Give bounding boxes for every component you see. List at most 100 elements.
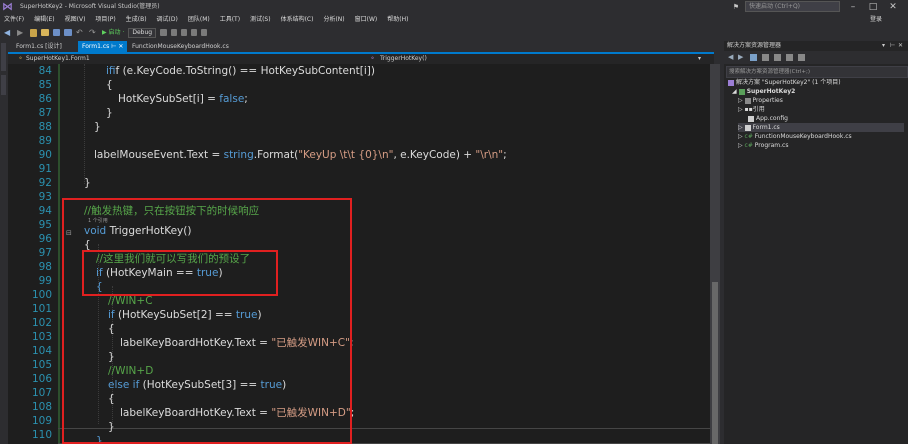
toolbar-nav-icon[interactable] <box>201 29 208 36</box>
server-explorer-tab[interactable] <box>1 43 6 71</box>
code-line-86: HotKeySubSet[i] = false; <box>118 92 248 106</box>
line-number: 109 <box>31 415 52 427</box>
undo-icon[interactable]: ↶ <box>76 28 85 37</box>
save-icon[interactable] <box>53 29 60 36</box>
solution-search-input[interactable]: 搜索解决方案资源管理器(Ctrl+;) <box>726 66 908 78</box>
code-token: if <box>106 65 116 77</box>
menu-window[interactable]: 窗口(W) <box>350 14 383 26</box>
line-number: 91 <box>38 163 52 175</box>
code-token: labelMouseEvent.Text = <box>94 149 224 161</box>
menu-build[interactable]: 生成(B) <box>121 14 152 26</box>
menu-help[interactable]: 帮助(H) <box>382 14 413 26</box>
code-token: , e.KeyCode) + <box>393 149 476 161</box>
tab-close-icon[interactable]: ✕ <box>118 43 123 50</box>
code-line-93: } <box>84 177 91 189</box>
panel-dropdown-icon[interactable]: ▾ <box>882 42 885 49</box>
menu-team[interactable]: 团队(M) <box>183 14 215 26</box>
menu-project[interactable]: 项目(P) <box>90 14 120 26</box>
close-button[interactable]: ✕ <box>886 2 900 12</box>
references-icon: ▪▪ <box>744 106 753 113</box>
save-all-icon[interactable] <box>64 29 72 36</box>
sol-sync-icon[interactable] <box>762 54 769 61</box>
member-dropdown-arrow-icon[interactable]: ▾ <box>698 54 701 64</box>
sol-back-icon[interactable]: ◀ <box>728 53 733 61</box>
solution-explorer-title: 解决方案资源管理器 <box>727 42 782 49</box>
menu-debug[interactable]: 调试(D) <box>152 14 183 26</box>
window-title: SuperHotKey2 - Microsoft Visual Studio(管… <box>20 3 160 10</box>
tree-item-hook[interactable]: ▷ c# FunctionMouseKeyboardHook.cs <box>738 132 852 141</box>
tree-solution-root[interactable]: 解决方案 "SuperHotKey2" (1 个项目) <box>728 78 841 87</box>
new-project-icon[interactable] <box>30 28 37 37</box>
line-number: 100 <box>31 289 52 301</box>
tree-project[interactable]: ◢ SuperHotKey2 <box>732 87 795 96</box>
configuration-select[interactable]: Debug <box>128 27 157 38</box>
code-token: false <box>219 93 245 105</box>
minimize-button[interactable]: – <box>846 2 860 12</box>
toolbar-tool-icon[interactable] <box>160 29 168 36</box>
member-dropdown[interactable]: TriggerHotKey() <box>380 54 427 64</box>
tab-function-hook[interactable]: FunctionMouseKeyboardHook.cs <box>128 41 233 52</box>
expand-icon[interactable]: ▷ <box>738 106 743 113</box>
expand-icon[interactable]: ▷ <box>738 133 743 140</box>
tree-item-form1[interactable]: ▷ Form1.cs <box>738 123 904 132</box>
pin-icon[interactable]: ⊢ <box>111 43 116 50</box>
tree-item-references[interactable]: ▷ ▪▪引用 <box>738 105 765 114</box>
tree-item-label: FunctionMouseKeyboardHook.cs <box>754 133 852 140</box>
expand-icon[interactable]: ▷ <box>738 97 743 104</box>
open-file-icon[interactable] <box>41 29 49 36</box>
maximize-button[interactable]: □ <box>866 2 880 12</box>
expand-icon[interactable]: ▷ <box>738 142 743 149</box>
quick-launch-input[interactable]: 快速启动 (Ctrl+Q) <box>745 1 840 12</box>
toolbar-comment-icon[interactable] <box>181 29 188 36</box>
line-number: 98 <box>38 261 52 273</box>
menu-edit[interactable]: 编辑(E) <box>29 14 59 26</box>
line-number: 108 <box>31 401 52 413</box>
menu-tools[interactable]: 工具(T) <box>215 14 245 26</box>
toolbar-uncomment-icon[interactable] <box>191 29 198 36</box>
code-token: .Format( <box>253 149 299 161</box>
line-number: 96 <box>38 233 52 245</box>
expand-icon[interactable]: ▷ <box>738 124 743 131</box>
code-line-84: ifif (e.KeyCode.ToString() == HotKeySubC… <box>106 64 375 78</box>
notification-flag-icon[interactable]: ⚑ <box>733 3 739 11</box>
sol-home-icon[interactable] <box>750 54 757 61</box>
tree-item-program[interactable]: ▷ c# Program.cs <box>738 141 788 150</box>
sol-properties-icon[interactable] <box>798 54 805 61</box>
navigation-bar: ⚬ SuperHotKey1.Form1 ⚬ TriggerHotKey() ▾ <box>8 54 714 64</box>
tree-item-label: Properties <box>752 97 783 104</box>
sol-collapse-icon[interactable] <box>786 54 793 61</box>
menu-view[interactable]: 视图(V) <box>60 14 91 26</box>
solution-icon <box>728 79 734 86</box>
forward-icon[interactable]: ▶ <box>17 28 26 37</box>
menu-bar: 文件(F) 编辑(E) 视图(V) 项目(P) 生成(B) 调试(D) 团队(M… <box>0 14 908 26</box>
start-button[interactable]: ▶ 启动 · <box>102 28 124 38</box>
tree-item-appconfig[interactable]: App.config <box>748 114 788 123</box>
menu-analyze[interactable]: 分析(N) <box>318 14 349 26</box>
tab-form1-designer[interactable]: Form1.cs [设计] <box>12 41 66 52</box>
toolbox-tab[interactable] <box>1 75 6 95</box>
properties-icon <box>744 97 751 104</box>
config-file-icon <box>748 115 754 122</box>
tree-item-label: App.config <box>756 115 788 122</box>
tree-item-properties[interactable]: ▷ Properties <box>738 96 783 105</box>
back-icon[interactable]: ◀ <box>4 28 13 37</box>
panel-pin-icon[interactable]: ⊢ <box>890 42 895 49</box>
tab-form1-cs[interactable]: Form1.cs ⊢ ✕ <box>78 41 128 52</box>
login-link[interactable]: 登录 <box>870 14 882 26</box>
editor-scroll-thumb[interactable] <box>712 282 718 444</box>
menu-architecture[interactable]: 体系结构(C) <box>276 14 319 26</box>
line-number: 93 <box>38 191 52 203</box>
menu-file[interactable]: 文件(F) <box>0 14 29 26</box>
expand-icon[interactable]: ◢ <box>732 88 737 95</box>
class-dropdown[interactable]: SuperHotKey1.Form1 <box>26 54 90 64</box>
code-editor[interactable]: 84 85 86 87 88 89 90 91 92 93 94 95 96 9… <box>8 64 710 444</box>
sol-forward-icon[interactable]: ▶ <box>738 53 743 61</box>
sol-refresh-icon[interactable] <box>774 54 781 61</box>
code-line-91: labelMouseEvent.Text = string.Format("Ke… <box>94 148 507 162</box>
panel-close-icon[interactable]: ✕ <box>898 42 903 49</box>
left-tool-strip <box>0 41 7 444</box>
menu-test[interactable]: 测试(S) <box>245 14 276 26</box>
toolbar-bookmark-icon[interactable] <box>171 29 178 36</box>
redo-icon[interactable]: ↷ <box>89 28 98 37</box>
code-line-88: } <box>94 121 101 133</box>
